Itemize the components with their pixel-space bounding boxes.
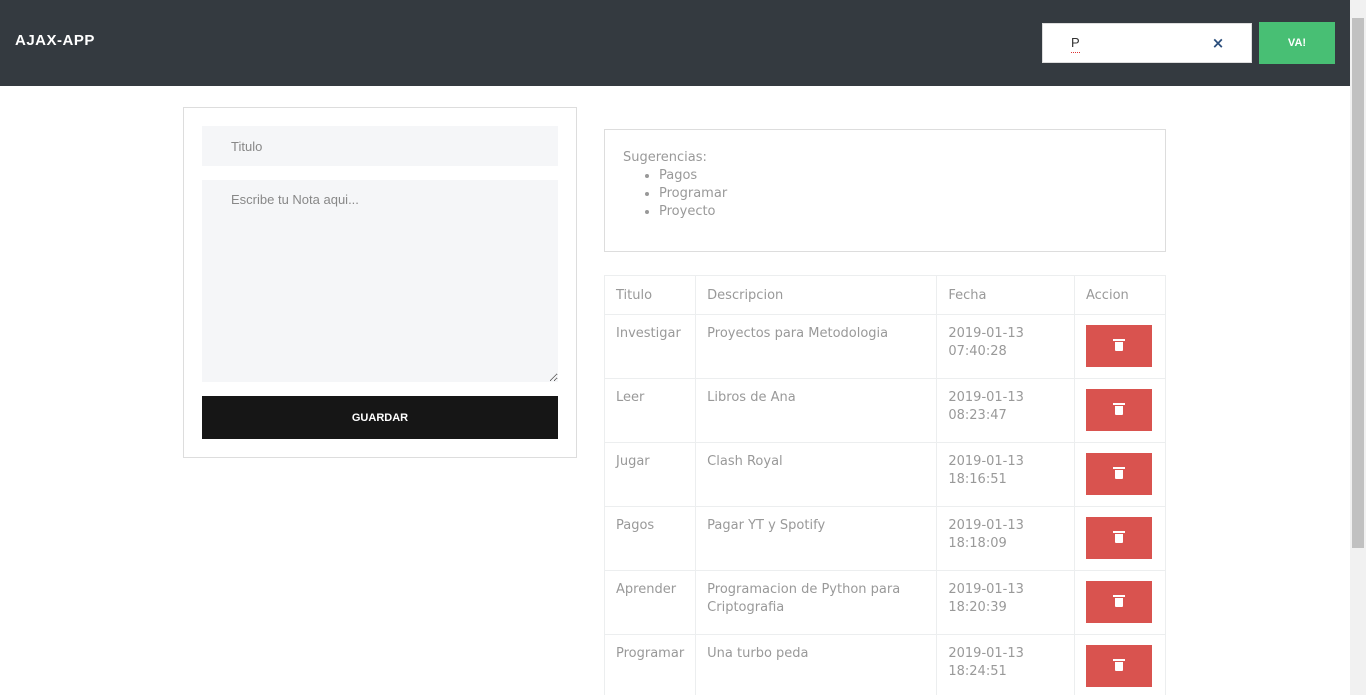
cell-descripcion: Programacion de Python para Criptografia [695, 570, 938, 635]
table-row: Jugar Clash Royal 2019-01-13 18:16:51 [603, 442, 1166, 507]
cell-titulo: Leer [603, 378, 697, 443]
suggestion-item[interactable]: Proyecto [659, 203, 1147, 221]
table-row: Pagos Pagar YT y Spotify 2019-01-13 18:1… [603, 506, 1166, 571]
cell-fecha: 2019-01-13 08:23:47 [936, 378, 1075, 443]
delete-button[interactable] [1086, 645, 1152, 687]
save-button[interactable]: GUARDAR [202, 396, 558, 439]
trash-icon [1113, 403, 1125, 415]
clear-icon[interactable]: × [1209, 32, 1227, 54]
column-header-descripcion: Descripcion [695, 275, 938, 315]
cell-titulo: Pagos [603, 506, 697, 571]
table-row: Investigar Proyectos para Metodologia 20… [603, 314, 1166, 379]
search-input-value[interactable]: P [1071, 35, 1080, 53]
cell-fecha: 2019-01-13 07:40:28 [936, 314, 1075, 379]
cell-fecha: 2019-01-13 18:24:51 [936, 634, 1075, 695]
cell-accion [1074, 506, 1166, 571]
navbar: AJAX-APP P × VA! [0, 0, 1350, 86]
search-submit-button[interactable]: VA! [1259, 22, 1335, 64]
column-header-fecha: Fecha [936, 275, 1075, 315]
trash-icon [1113, 659, 1125, 671]
cell-fecha: 2019-01-13 18:18:09 [936, 506, 1075, 571]
suggestion-item[interactable]: Programar [659, 185, 1147, 203]
delete-button[interactable] [1086, 325, 1152, 367]
suggestions-list: Pagos Programar Proyecto [623, 167, 1147, 221]
cell-accion [1074, 314, 1166, 379]
page-scrollbar[interactable] [1350, 0, 1366, 695]
trash-icon [1113, 531, 1125, 543]
trash-icon [1113, 595, 1125, 607]
cell-titulo: Programar [603, 634, 697, 695]
cell-titulo: Aprender [603, 570, 697, 635]
suggestion-item[interactable]: Pagos [659, 167, 1147, 185]
table-header-row: Titulo Descripcion Fecha Accion [603, 275, 1166, 315]
cell-accion [1074, 442, 1166, 507]
description-textarea[interactable] [202, 180, 558, 382]
cell-descripcion: Una turbo peda [695, 634, 938, 695]
note-form-card: GUARDAR [183, 107, 577, 458]
brand-logo[interactable]: AJAX-APP [15, 32, 95, 49]
trash-icon [1113, 467, 1125, 479]
delete-button[interactable] [1086, 453, 1152, 495]
scrollbar-thumb[interactable] [1352, 18, 1364, 548]
table-row: Programar Una turbo peda 2019-01-13 18:2… [603, 634, 1166, 695]
search-input[interactable]: P × [1042, 23, 1252, 63]
title-input[interactable] [202, 126, 558, 166]
cell-titulo: Investigar [603, 314, 697, 379]
trash-icon [1113, 339, 1125, 351]
cell-titulo: Jugar [603, 442, 697, 507]
cell-descripcion: Pagar YT y Spotify [695, 506, 938, 571]
table-row: Leer Libros de Ana 2019-01-13 08:23:47 [603, 378, 1166, 443]
column-header-titulo: Titulo [603, 275, 697, 315]
column-header-accion: Accion [1074, 275, 1166, 315]
cell-descripcion: Proyectos para Metodologia [695, 314, 938, 379]
delete-button[interactable] [1086, 389, 1152, 431]
cell-descripcion: Clash Royal [695, 442, 938, 507]
cell-accion [1074, 570, 1166, 635]
cell-fecha: 2019-01-13 18:16:51 [936, 442, 1075, 507]
table-row: Aprender Programacion de Python para Cri… [603, 570, 1166, 635]
cell-fecha: 2019-01-13 18:20:39 [936, 570, 1075, 635]
suggestions-card: Sugerencias: Pagos Programar Proyecto [604, 129, 1166, 252]
delete-button[interactable] [1086, 581, 1152, 623]
cell-accion [1074, 378, 1166, 443]
notes-table: Titulo Descripcion Fecha Accion Investig… [603, 275, 1166, 695]
suggestions-heading: Sugerencias: [623, 150, 707, 165]
cell-accion [1074, 634, 1166, 695]
cell-descripcion: Libros de Ana [695, 378, 938, 443]
delete-button[interactable] [1086, 517, 1152, 559]
